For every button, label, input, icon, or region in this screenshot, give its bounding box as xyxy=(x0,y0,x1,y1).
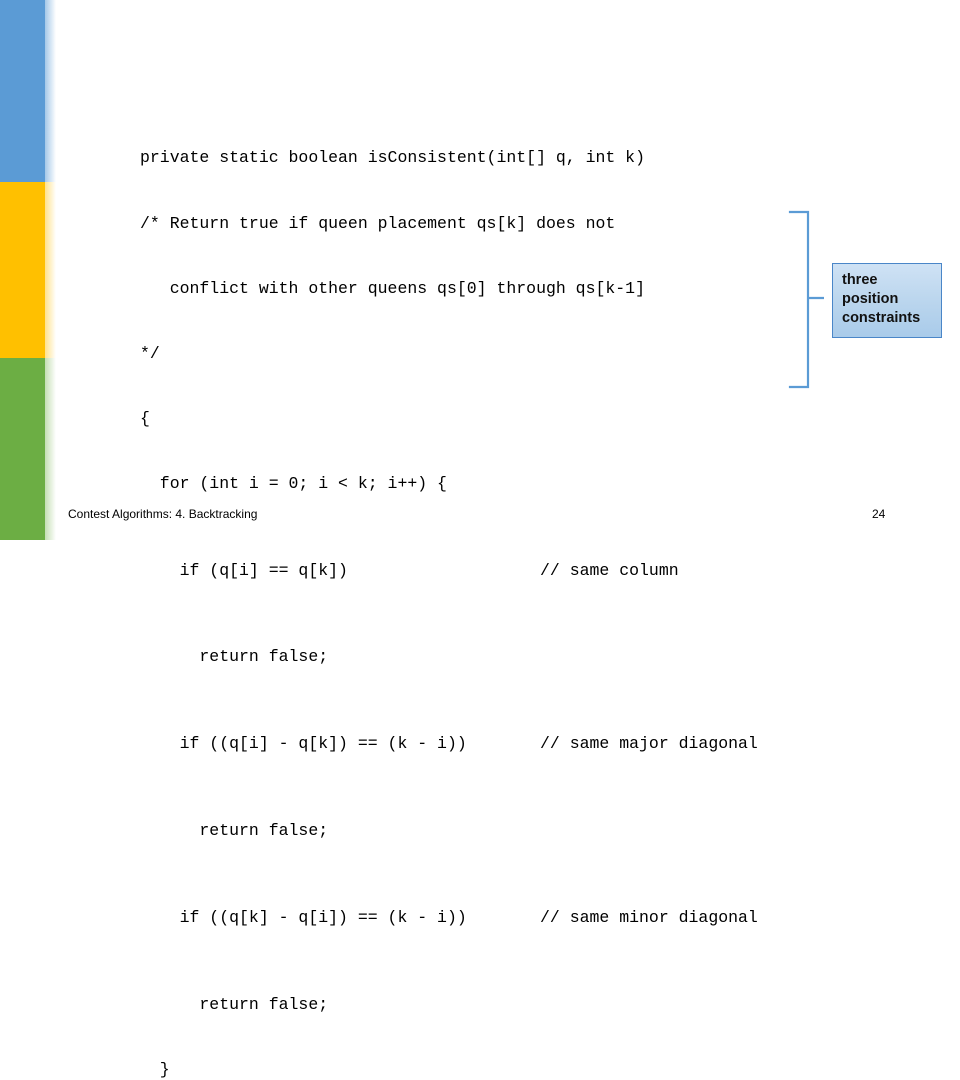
footer-page-number: 24 xyxy=(872,507,886,521)
callout-line: constraints xyxy=(842,310,921,326)
code-line: conflict with other queens qs[0] through… xyxy=(140,278,645,298)
callout-line: three xyxy=(842,272,878,288)
code-line: return false; xyxy=(140,647,329,667)
code-trailing-comment-same-minor-diagonal: // same minor diagonal xyxy=(540,907,758,927)
code-line: } xyxy=(140,1059,170,1079)
side-color-bands xyxy=(0,0,56,540)
code-listing: private static boolean isConsistent(int[… xyxy=(140,104,758,1080)
code-trailing-comment-same-major-diagonal: // same major diagonal xyxy=(540,734,758,754)
code-line-text: if ((q[i] - q[k]) == (k - i)) xyxy=(140,734,467,754)
code-line-text: if ((q[k] - q[i]) == (k - i)) xyxy=(140,907,467,927)
side-band-blue xyxy=(0,0,56,182)
code-line: return false; xyxy=(140,994,329,1014)
code-line: return false; xyxy=(140,821,329,841)
code-line: private static boolean isConsistent(int[… xyxy=(140,148,645,168)
side-band-yellow xyxy=(0,182,56,358)
code-line: /* Return true if queen placement qs[k] … xyxy=(140,213,616,233)
footer-title: Contest Algorithms: 4. Backtracking xyxy=(68,507,258,521)
code-line: for (int i = 0; i < k; i++) { xyxy=(140,473,447,493)
code-line: { xyxy=(140,408,150,428)
callout-line: position xyxy=(842,291,899,307)
code-line-with-comment: if ((q[k] - q[i]) == (k - i)) // same min… xyxy=(140,907,758,929)
callout-box: three position constraints xyxy=(832,263,942,338)
side-band-green xyxy=(0,358,56,540)
code-trailing-comment-same-column: // same column xyxy=(540,560,679,580)
code-line: */ xyxy=(140,343,160,363)
code-line-text: if (q[i] == q[k]) xyxy=(140,560,348,580)
code-line-with-comment: if ((q[i] - q[k]) == (k - i)) // same maj… xyxy=(140,733,758,755)
code-line-with-comment: if (q[i] == q[k]) // same column xyxy=(140,560,679,582)
